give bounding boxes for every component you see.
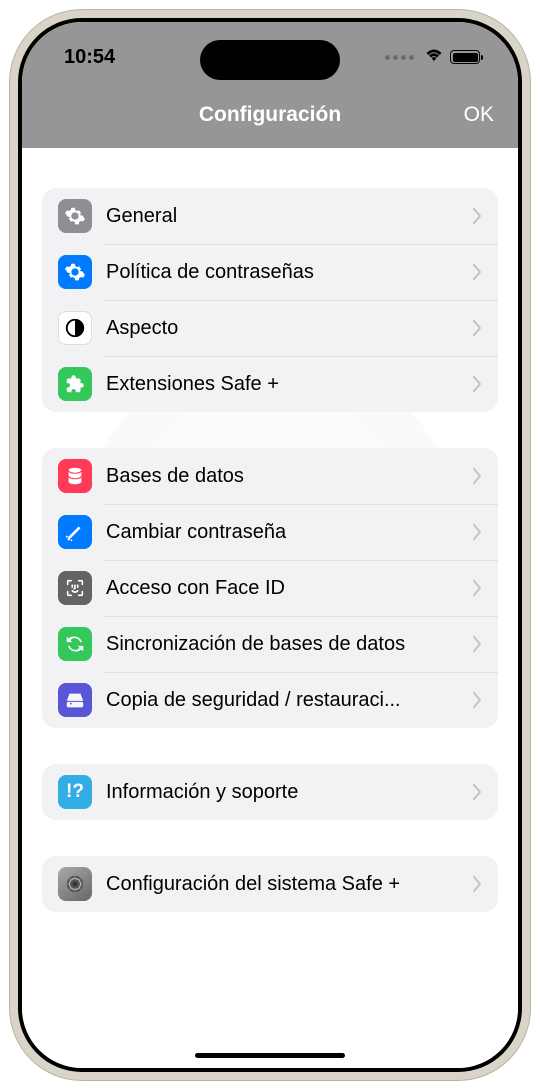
nav-bar: Configuración OK: [22, 92, 518, 148]
settings-row-sync[interactable]: Sincronización de bases de datos: [42, 616, 498, 672]
row-label: Extensiones Safe +: [106, 373, 465, 396]
row-label: Información y soporte: [106, 781, 465, 804]
page-title: Configuración: [199, 103, 341, 127]
wand-icon: [58, 515, 92, 549]
row-label: Política de contraseñas: [106, 261, 465, 284]
screen: 10:54 Configuración OK: [22, 22, 518, 1068]
row-label: General: [106, 205, 465, 228]
row-label: Configuración del sistema Safe +: [106, 873, 465, 896]
breadcrumb-dots: [385, 55, 414, 60]
row-label: Sincronización de bases de datos: [106, 633, 465, 656]
settings-row-extensions[interactable]: Extensiones Safe +: [42, 356, 498, 412]
settings-row-databases[interactable]: Bases de datos: [42, 448, 498, 504]
chevron-right-icon: [473, 468, 482, 484]
settings-section: Bases de datos Cambiar contraseña Acceso c…: [42, 448, 498, 728]
gear-icon: [58, 199, 92, 233]
notch: [200, 40, 340, 80]
chevron-right-icon: [473, 692, 482, 708]
contrast-icon: [58, 311, 92, 345]
settings-row-faceid[interactable]: Acceso con Face ID: [42, 560, 498, 616]
status-icons: [385, 47, 480, 68]
settings-row-general[interactable]: General: [42, 188, 498, 244]
row-label: Cambiar contraseña: [106, 521, 465, 544]
chevron-right-icon: [473, 264, 482, 280]
row-label: Acceso con Face ID: [106, 577, 465, 600]
puzzle-icon: [58, 367, 92, 401]
ok-button[interactable]: OK: [464, 103, 494, 127]
settings-row-change-password[interactable]: Cambiar contraseña: [42, 504, 498, 560]
gear-badge-icon: [58, 255, 92, 289]
settings-row-backup[interactable]: Copia de seguridad / restauraci...: [42, 672, 498, 728]
chevron-right-icon: [473, 580, 482, 596]
disk-icon: [58, 683, 92, 717]
database-icon: [58, 459, 92, 493]
vault-icon: [58, 867, 92, 901]
settings-row-system-config[interactable]: Configuración del sistema Safe +: [42, 856, 498, 912]
chevron-right-icon: [473, 320, 482, 336]
chevron-right-icon: [473, 876, 482, 892]
home-indicator[interactable]: [195, 1053, 345, 1058]
sync-icon: [58, 627, 92, 661]
settings-section: !? Información y soporte: [42, 764, 498, 820]
battery-icon: [450, 50, 480, 64]
chevron-right-icon: [473, 524, 482, 540]
status-time: 10:54: [64, 46, 115, 69]
device-frame: 10:54 Configuración OK: [10, 10, 530, 1080]
settings-content: General Política de contraseñas Aspecto Ext…: [22, 148, 518, 1068]
settings-section: General Política de contraseñas Aspecto Ext…: [42, 188, 498, 412]
info-icon: !?: [58, 775, 92, 809]
settings-row-support[interactable]: !? Información y soporte: [42, 764, 498, 820]
chevron-right-icon: [473, 208, 482, 224]
wifi-icon: [424, 47, 444, 68]
chevron-right-icon: [473, 376, 482, 392]
settings-section: Configuración del sistema Safe +: [42, 856, 498, 912]
row-label: Aspecto: [106, 317, 465, 340]
faceid-icon: [58, 571, 92, 605]
chevron-right-icon: [473, 636, 482, 652]
chevron-right-icon: [473, 784, 482, 800]
row-label: Copia de seguridad / restauraci...: [106, 689, 465, 712]
settings-row-password-policy[interactable]: Política de contraseñas: [42, 244, 498, 300]
row-label: Bases de datos: [106, 465, 465, 488]
settings-row-appearance[interactable]: Aspecto: [42, 300, 498, 356]
